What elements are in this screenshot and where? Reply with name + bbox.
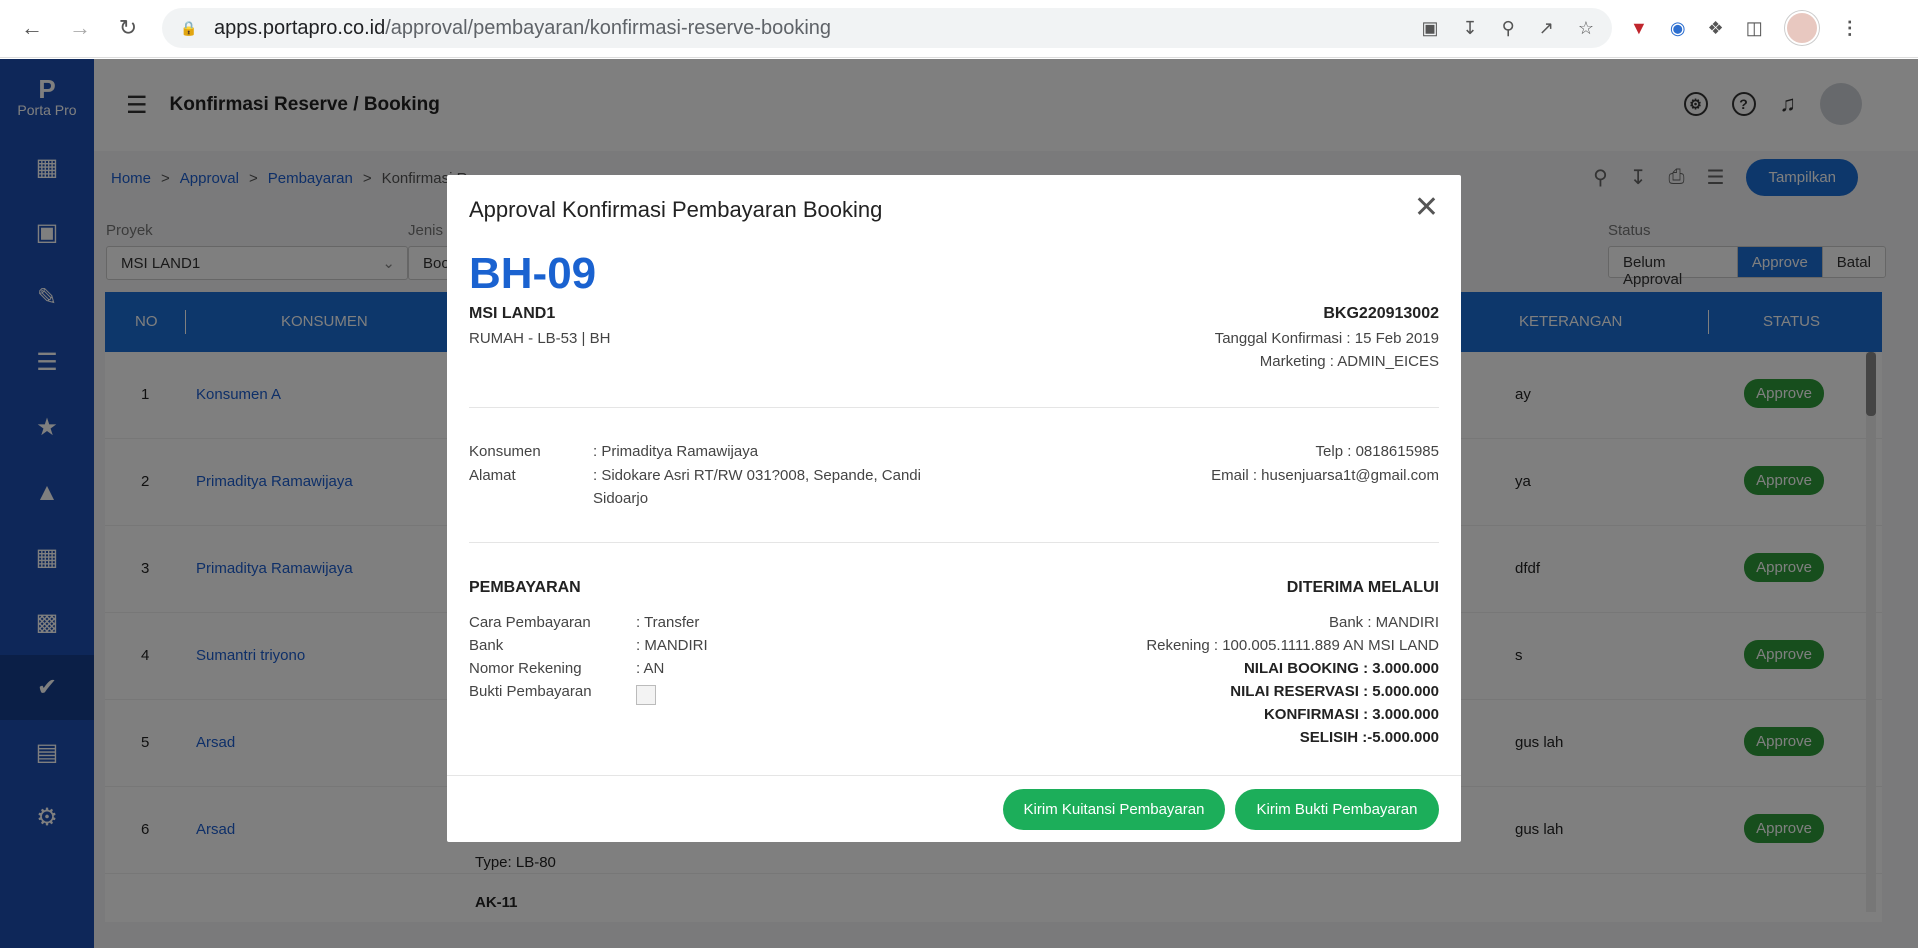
pembayaran-heading: PEMBAYARAN [469, 579, 581, 596]
nilai-booking: NILAI BOOKING : 3.000.000 [1243, 660, 1439, 677]
telp: Telp : 0818615985 [1315, 443, 1439, 460]
extension-shield-icon[interactable]: ▼ [1630, 18, 1648, 39]
extension-circle-icon[interactable]: ◉ [1670, 18, 1686, 39]
forward-icon[interactable]: → [62, 10, 98, 46]
profile-avatar[interactable] [1784, 11, 1819, 45]
kebab-menu-icon[interactable]: ⋮ [1841, 18, 1859, 39]
bukti-image-icon[interactable] [636, 685, 656, 705]
bookmark-star-icon[interactable]: ☆ [1578, 18, 1594, 39]
modal-title: Approval Konfirmasi Pembayaran Booking [469, 197, 883, 222]
alamat-label: Alamat [469, 467, 516, 484]
install-icon[interactable]: ↧ [1462, 18, 1477, 39]
konsumen-label: Konsumen [469, 443, 541, 460]
selisih-amount: SELISIH :-5.000.000 [1299, 729, 1439, 746]
rekening-label: Nomor Rekening [469, 660, 582, 677]
zoom-icon[interactable]: ⚲ [1502, 18, 1515, 39]
bukti-label: Bukti Pembayaran [469, 683, 592, 700]
cara-label: Cara Pembayaran [469, 614, 591, 631]
tanggal-konfirmasi: Tanggal Konfirmasi : 15 Feb 2019 [1214, 330, 1439, 347]
alamat-value: : Sidokare Asri RT/RW 031?008, Sepande, … [593, 467, 921, 484]
rekening-value: : AN [636, 660, 665, 677]
approval-modal: Approval Konfirmasi Pembayaran Booking ✕… [447, 175, 1461, 842]
unit-code: BH-09 [469, 249, 597, 298]
popup-blocked-icon[interactable]: ▣ [1421, 18, 1438, 39]
cara-value: : Transfer [636, 614, 700, 631]
close-icon[interactable]: ✕ [1414, 193, 1439, 223]
project-name: MSI LAND1 [469, 305, 556, 322]
konsumen-value: : Primaditya Ramawijaya [593, 443, 759, 460]
alamat-value-line2: Sidoarjo [593, 490, 649, 507]
lock-icon: 🔒 [180, 19, 198, 36]
kirim-kuitansi-button[interactable]: Kirim Kuitansi Pembayaran [1003, 789, 1225, 830]
booking-number: BKG220913002 [1323, 305, 1439, 322]
extensions-puzzle-icon[interactable]: ❖ [1708, 18, 1724, 39]
bank-value: : MANDIRI [636, 637, 708, 654]
diterima-heading: DITERIMA MELALUI [1286, 579, 1439, 596]
share-icon[interactable]: ↗ [1539, 18, 1554, 39]
diterima-rekening: Rekening : 100.005.1111.889 AN MSI LAND [1146, 637, 1439, 654]
browser-toolbar: ← → ↻ 🔒 apps.portapro.co.id/approval/pem… [0, 0, 1918, 58]
email: Email : husenjuarsa1t@gmail.com [1211, 467, 1439, 484]
reload-icon[interactable]: ↻ [110, 10, 146, 46]
url-text: apps.portapro.co.id/approval/pembayaran/… [214, 16, 832, 39]
address-bar[interactable]: 🔒 apps.portapro.co.id/approval/pembayara… [162, 8, 1612, 48]
back-icon[interactable]: ← [14, 10, 50, 46]
unit-detail: RUMAH - LB-53 | BH [469, 330, 611, 347]
divider [469, 542, 1439, 543]
konfirmasi-amount: KONFIRMASI : 3.000.000 [1263, 706, 1439, 723]
modal-footer: Kirim Kuitansi Pembayaran Kirim Bukti Pe… [447, 775, 1461, 842]
nilai-reservasi: NILAI RESERVASI : 5.000.000 [1230, 683, 1439, 700]
bank-label: Bank [469, 637, 504, 654]
kirim-bukti-button[interactable]: Kirim Bukti Pembayaran [1235, 789, 1439, 830]
side-panel-icon[interactable]: ◫ [1746, 18, 1763, 39]
marketing: Marketing : ADMIN_EICES [1259, 353, 1439, 370]
diterima-bank: Bank : MANDIRI [1328, 614, 1439, 631]
divider [469, 407, 1439, 408]
